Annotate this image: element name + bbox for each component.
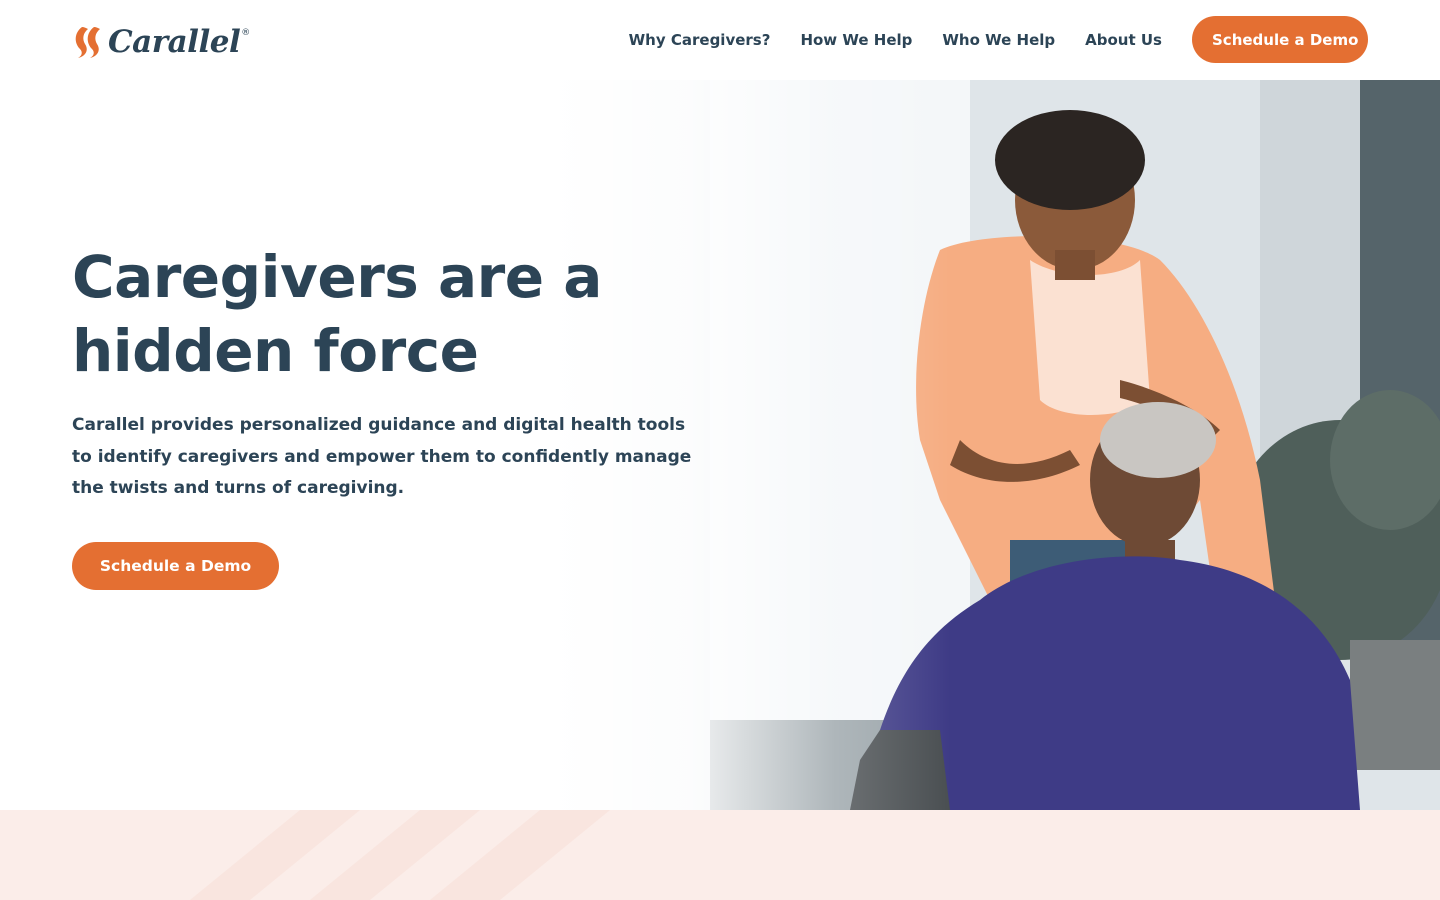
schedule-demo-nav-button[interactable]: Schedule a Demo <box>1192 16 1368 63</box>
nav-link-about-us[interactable]: About Us <box>1085 31 1162 49</box>
main-nav: Why Caregivers? How We Help Who We Help … <box>629 16 1368 63</box>
hero-section: Caregivers are a hidden force Carallel p… <box>0 80 1440 810</box>
nav-link-who-we-help[interactable]: Who We Help <box>942 31 1055 49</box>
nav-link-why-caregivers[interactable]: Why Caregivers? <box>629 31 771 49</box>
hero-title-line-1: Caregivers are a <box>72 243 602 311</box>
nav-link-how-we-help[interactable]: How We Help <box>800 31 912 49</box>
carallel-logo[interactable]: Carallel ® <box>72 24 250 60</box>
hero-title: Caregivers are a hidden force <box>72 240 712 388</box>
hero-description: Carallel provides personalized guidance … <box>72 415 692 498</box>
decorative-diagonal-stripes <box>190 810 610 900</box>
hero-title-line-2: hidden force <box>72 317 479 385</box>
next-section-band <box>0 810 1440 900</box>
site-header: Carallel ® Why Caregivers? How We Help W… <box>0 0 1440 80</box>
flame-swirl-icon <box>75 27 100 58</box>
registered-mark: ® <box>241 28 251 38</box>
schedule-demo-hero-button[interactable]: Schedule a Demo <box>72 542 279 590</box>
logo-wordmark: Carallel <box>108 24 241 60</box>
